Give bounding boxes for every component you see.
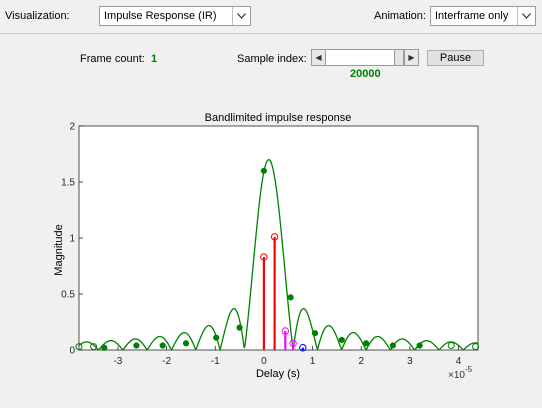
- chevron-down-icon[interactable]: [232, 7, 250, 25]
- visualization-value: Impulse Response (IR): [104, 10, 217, 22]
- sample-point: [362, 340, 370, 347]
- slider-right-arrow-icon[interactable]: ▶: [404, 50, 418, 65]
- animation-dropdown[interactable]: Interframe only: [430, 6, 536, 26]
- sample-index-label: Sample index:: [237, 53, 307, 65]
- sample-point: [416, 342, 423, 349]
- sample-point: [236, 324, 243, 331]
- sample-point: [260, 167, 268, 174]
- y-tick-label: 1.5: [61, 178, 75, 189]
- sample-point: [389, 342, 396, 349]
- sample-point: [213, 334, 220, 341]
- frame-count-value: 1: [151, 53, 158, 65]
- sample-point: [338, 336, 345, 344]
- frame-count-label: Frame count:: [80, 53, 145, 65]
- chevron-down-icon[interactable]: [517, 7, 535, 25]
- x-tick-label: 0: [261, 356, 267, 367]
- impulse-response-chart: Bandlimited impulse response -3 -2 -1 0 1 2 3 4…: [53, 112, 480, 381]
- x-tick-label: 3: [407, 356, 413, 367]
- x-tick-label: -3: [113, 356, 122, 367]
- plot-area: [78, 125, 479, 351]
- x-tick-label: -2: [162, 356, 171, 367]
- sample-point: [287, 294, 294, 301]
- slider-thumb[interactable]: [394, 50, 404, 65]
- chart-title: Bandlimited impulse response: [205, 112, 352, 124]
- x-tick-label: 1: [310, 356, 316, 367]
- x-scale-exponent: -5: [465, 365, 473, 374]
- y-axis-label: Magnitude: [53, 224, 65, 275]
- x-tick-label: 4: [456, 356, 462, 367]
- y-tick-label: 0: [69, 346, 75, 357]
- y-tick-label: 0.5: [61, 290, 75, 301]
- y-tick-label: 2: [69, 122, 75, 133]
- animation-label: Animation:: [374, 10, 426, 22]
- sample-index-slider[interactable]: ◀ ▶: [311, 49, 419, 66]
- toolbar: Visualization: Impulse Response (IR) Ani…: [0, 0, 542, 34]
- sample-point: [311, 330, 319, 337]
- sample-index-value: 20000: [350, 68, 381, 80]
- pause-button[interactable]: Pause: [427, 50, 484, 66]
- y-tick-label: 1: [69, 234, 75, 245]
- visualization-label: Visualization:: [5, 10, 70, 22]
- x-scale-factor: ×10: [448, 370, 465, 381]
- sample-point: [133, 342, 140, 349]
- sample-point: [101, 344, 108, 351]
- x-tick-label: 2: [358, 356, 364, 367]
- x-tick-label: -1: [211, 356, 220, 367]
- visualization-dropdown[interactable]: Impulse Response (IR): [99, 6, 251, 26]
- sample-point: [182, 340, 190, 347]
- sample-point: [159, 342, 166, 349]
- x-axis-label: Delay (s): [256, 368, 300, 380]
- slider-left-arrow-icon[interactable]: ◀: [312, 50, 326, 65]
- animation-value: Interframe only: [435, 10, 509, 22]
